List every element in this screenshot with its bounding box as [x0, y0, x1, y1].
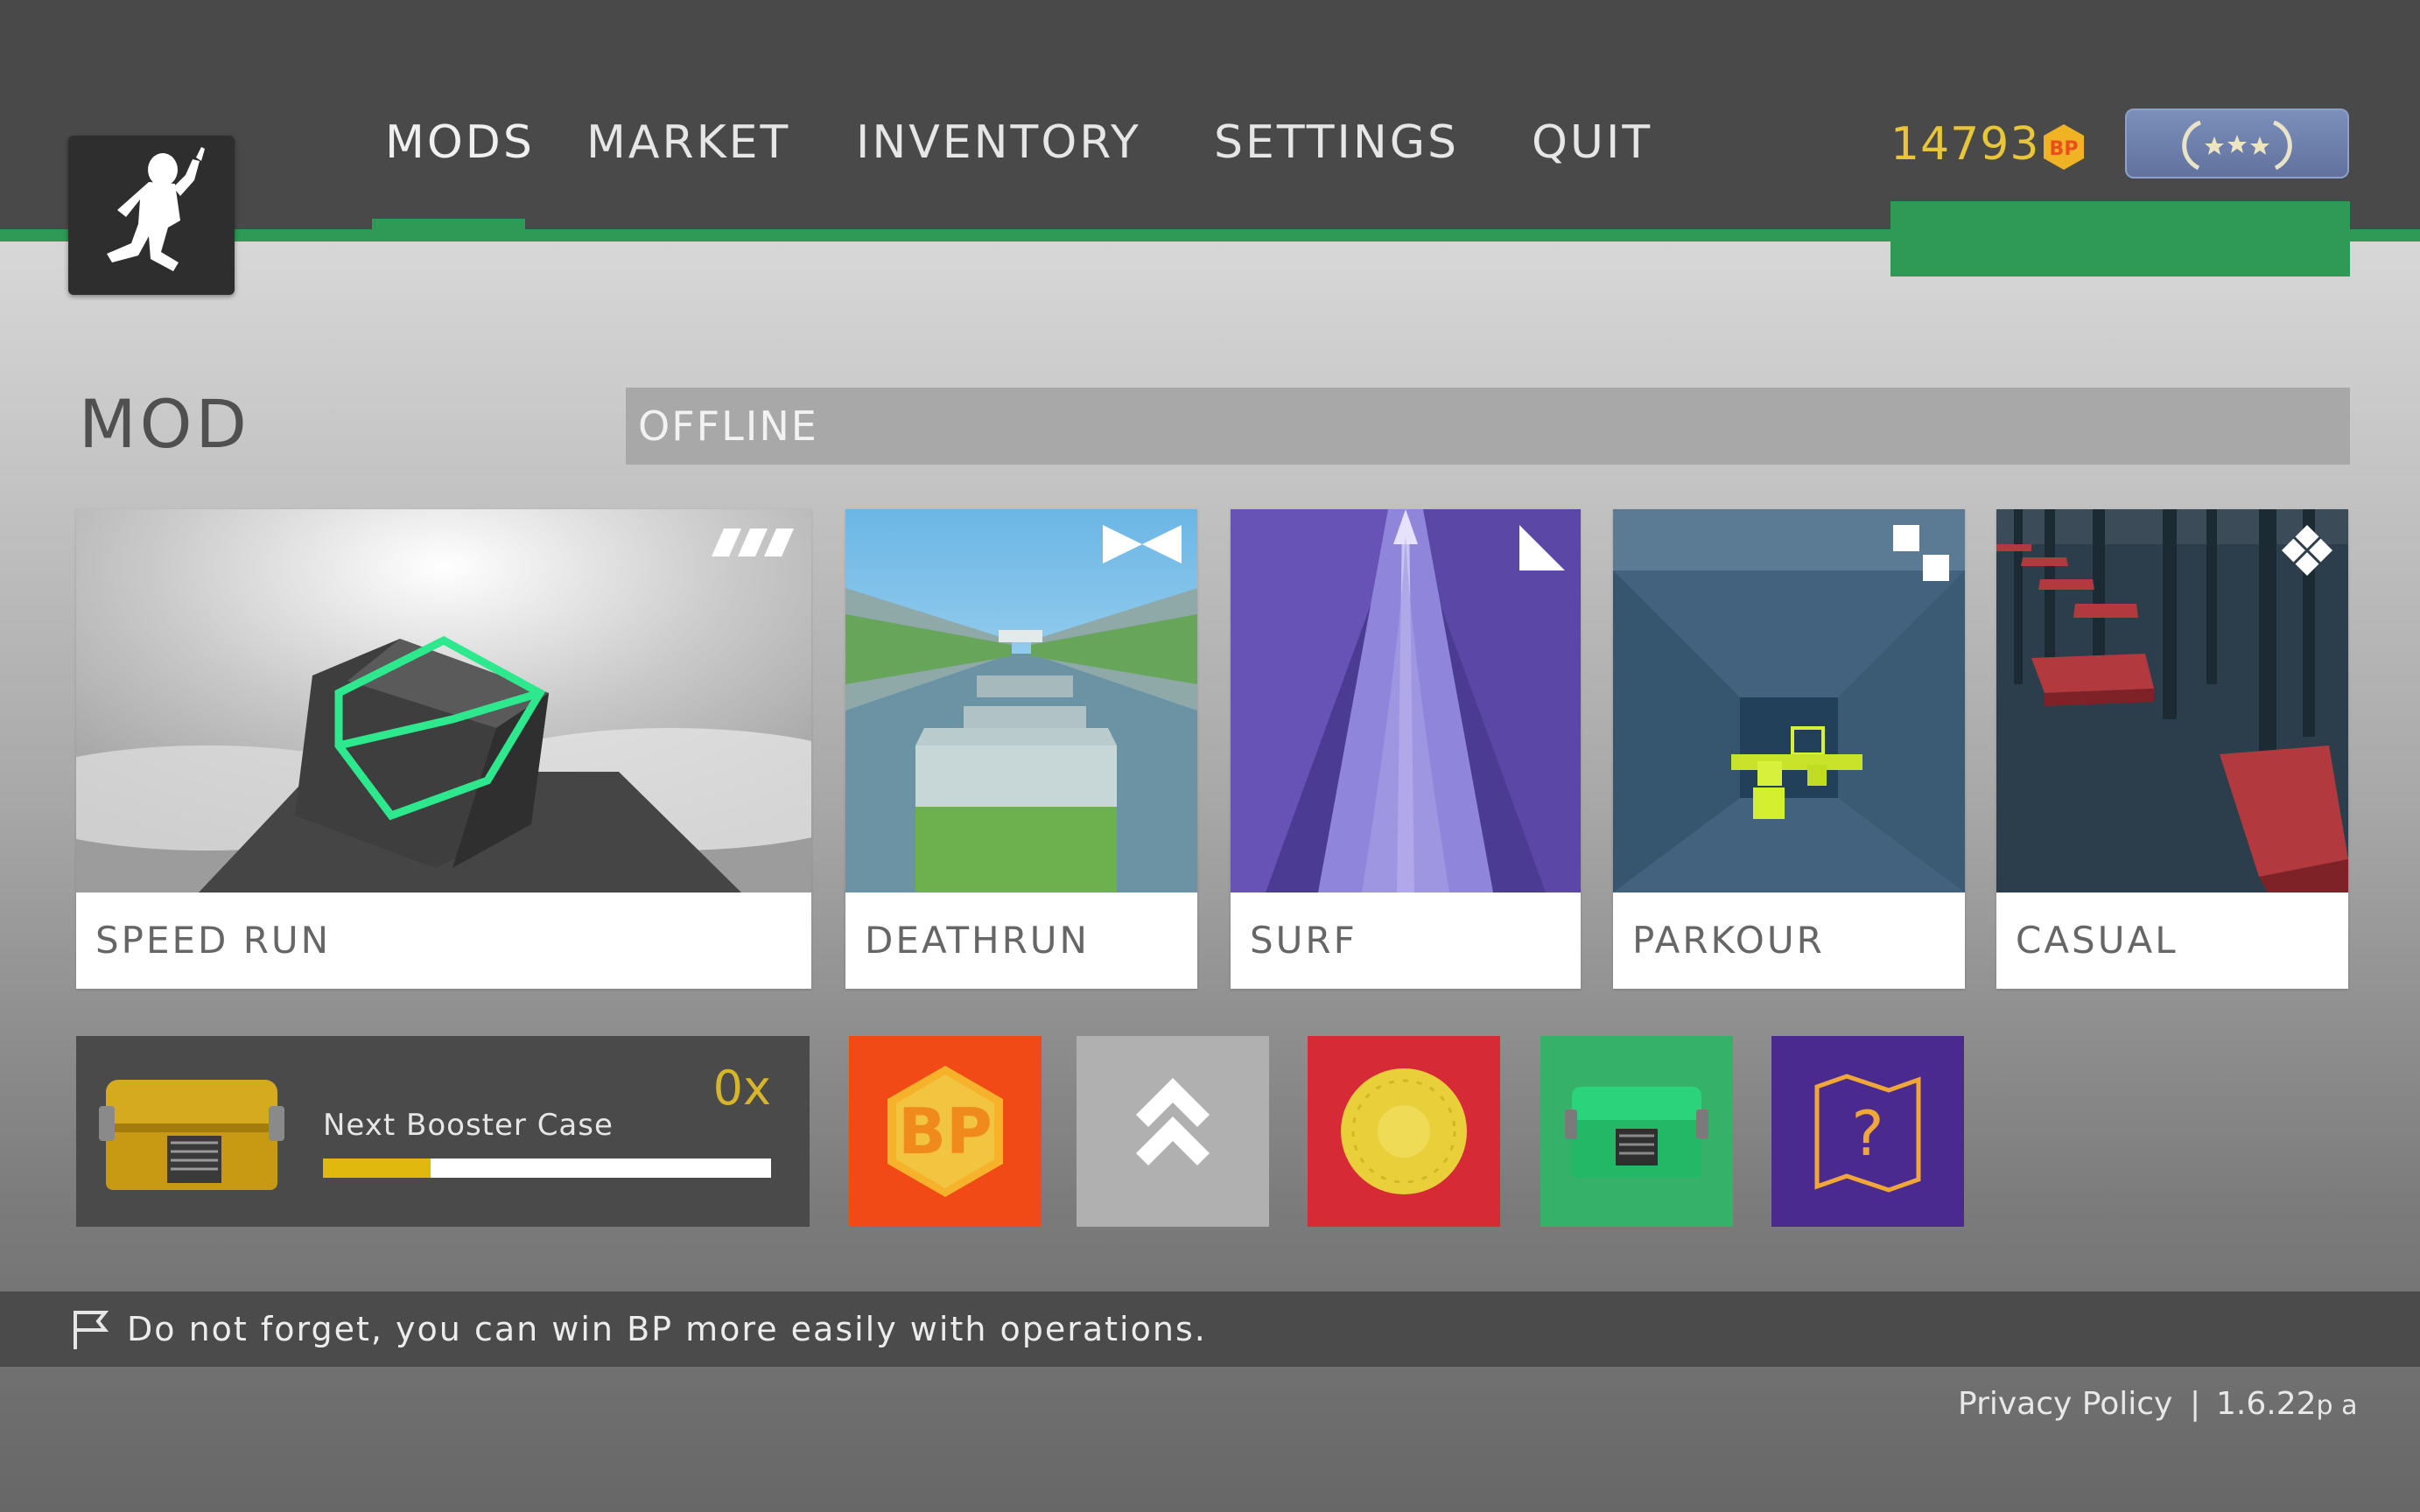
version-suffix: p a [2316, 1390, 2358, 1421]
map-question-icon: ? [1814, 1074, 1921, 1193]
booster-progress-fill [323, 1158, 431, 1178]
mod-card-label: SURF [1250, 919, 1357, 962]
tip-text: Do not forget, you can win BP more easil… [127, 1310, 1207, 1348]
footer-separator: | [2190, 1386, 2201, 1422]
jumping-player-icon [107, 147, 205, 271]
mod-card-casual[interactable]: CASUAL [1996, 509, 2348, 989]
nav-inventory[interactable]: INVENTORY [856, 112, 1141, 173]
bp-coin-text: BP [2050, 138, 2079, 160]
mod-card-parkour[interactable]: PARKOUR [1613, 509, 1965, 989]
connection-status: OFFLINE [638, 402, 818, 450]
mod-card-label: DEATHRUN [865, 919, 1090, 962]
map-question-text: ? [1851, 1098, 1883, 1170]
bp-balance: 14793 [1890, 118, 2040, 171]
booster-case-panel[interactable]: 0x Next Booster Case [76, 1036, 810, 1227]
rank-badge[interactable] [2125, 108, 2349, 178]
section-title: MOD [79, 385, 250, 463]
nav-quit[interactable]: QUIT [1532, 112, 1652, 173]
version-label: 1.6.22p a [2216, 1382, 2357, 1426]
offset-squares-icon [1893, 525, 1949, 581]
connection-status-bar: OFFLINE [626, 388, 2350, 465]
bp-coin-icon: BP [2044, 124, 2084, 170]
nav-active-indicator [372, 219, 525, 231]
operations-tile[interactable]: ? [1771, 1036, 1964, 1227]
game-logo[interactable] [68, 136, 235, 295]
nav-market[interactable]: MARKET [586, 112, 790, 173]
green-case-icon [1565, 1087, 1708, 1178]
tip-bar: Do not forget, you can win BP more easil… [0, 1292, 2420, 1367]
case-tile[interactable] [1540, 1036, 1733, 1227]
top-bar [0, 0, 2420, 229]
flag-icon [74, 1311, 109, 1349]
nav-settings[interactable]: SETTINGS [1214, 112, 1459, 173]
mod-card-label: SPEED RUN [95, 919, 332, 962]
mod-card-surf[interactable]: SURF [1231, 509, 1581, 989]
gold-coin-icon [1341, 1068, 1467, 1194]
speed-stripes-icon [712, 528, 794, 556]
speed-run-artwork [76, 509, 811, 892]
mod-card-label: PARKOUR [1632, 919, 1825, 962]
double-chevron-up-icon [1136, 1078, 1210, 1166]
rank-laurel-stars-icon [2182, 120, 2292, 171]
profile-progress-bar [1890, 201, 2350, 276]
bp-shop-tile[interactable]: BP [849, 1036, 1042, 1227]
bp-hexagon-text: BP [898, 1095, 993, 1168]
nav-mods[interactable]: MODS [385, 112, 535, 173]
bowtie-icon [1103, 525, 1182, 564]
diamond-cluster-icon [2282, 525, 2332, 576]
mod-card-deathrun[interactable]: DEATHRUN [845, 509, 1197, 989]
bp-hexagon-icon: BP [887, 1066, 1003, 1197]
rank-up-tile[interactable] [1077, 1036, 1269, 1227]
booster-count: 0x [712, 1060, 771, 1116]
booster-label: Next Booster Case [323, 1108, 614, 1143]
privacy-policy-link[interactable]: Privacy Policy [1958, 1382, 2172, 1426]
triangle-icon [1519, 525, 1565, 570]
mod-card-speed-run[interactable]: SPEED RUN [76, 509, 811, 989]
deathrun-artwork [845, 509, 1197, 892]
coin-tile[interactable] [1308, 1036, 1500, 1227]
version-number: 1.6.22 [2216, 1386, 2317, 1422]
mod-card-label: CASUAL [2016, 919, 2178, 962]
yellow-case-icon [99, 1080, 284, 1190]
booster-progress-track [323, 1158, 771, 1178]
